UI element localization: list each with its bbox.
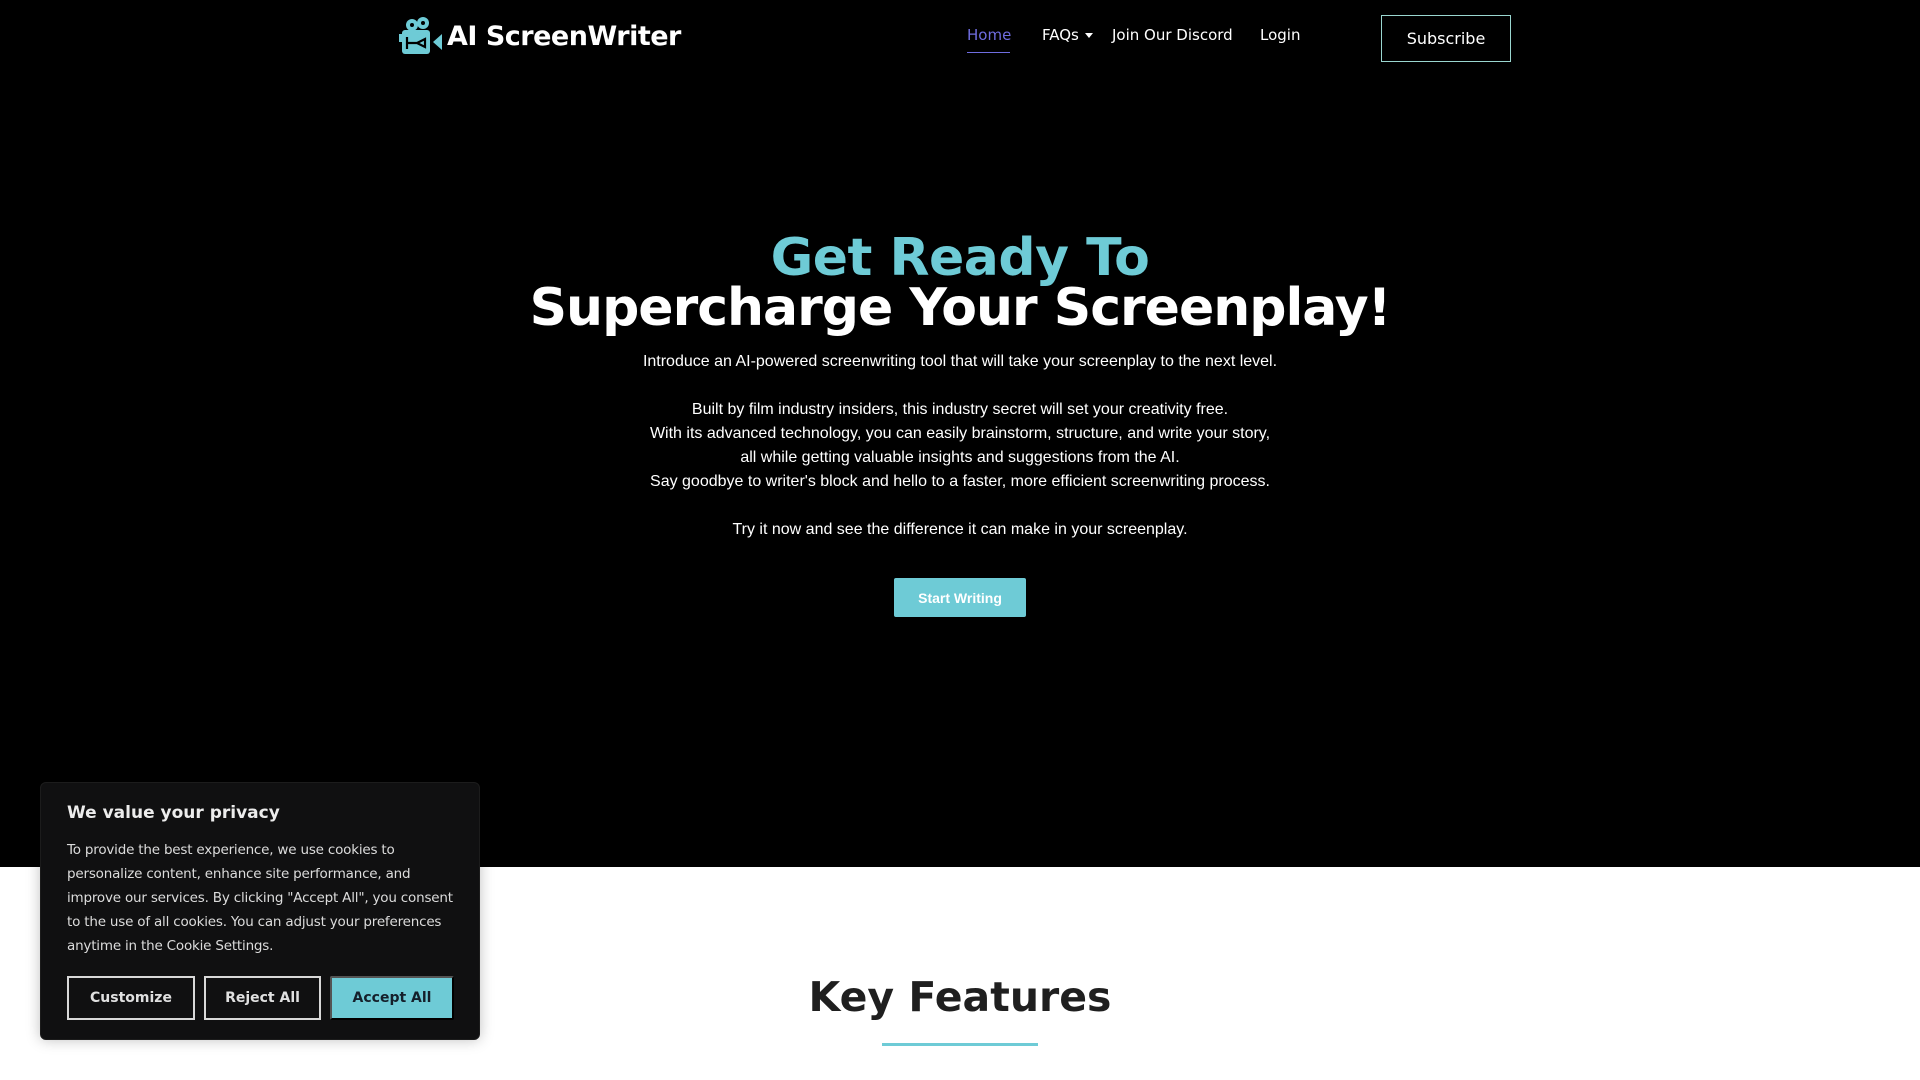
accept-all-button[interactable]: Accept All — [330, 976, 454, 1020]
start-writing-button[interactable]: Start Writing — [894, 578, 1026, 617]
active-nav-underline — [967, 52, 1010, 53]
hero-body-line: With its advanced technology, you can ea… — [649, 425, 1271, 442]
cookie-consent-banner: We value your privacy To provide the bes… — [40, 782, 480, 1040]
hero-body-line: Say goodbye to writer's block and hello … — [650, 473, 1270, 490]
hero-section: AI ScreenWriter Home FAQs Join Our Disco… — [0, 0, 1920, 867]
nav-join-discord[interactable]: Join Our Discord — [1112, 26, 1233, 44]
cookie-title: We value your privacy — [67, 803, 280, 823]
reject-all-button[interactable]: Reject All — [204, 976, 321, 1020]
nav-faqs[interactable]: FAQs — [1042, 26, 1079, 44]
nav-login[interactable]: Login — [1260, 26, 1300, 44]
hero-intro: Introduce an AI-powered screenwriting to… — [642, 353, 1278, 370]
customize-button[interactable]: Customize — [67, 976, 195, 1020]
caret-down-icon[interactable] — [1085, 33, 1093, 38]
title-underline — [882, 1043, 1038, 1046]
hero-title-line2: Supercharge Your Screenplay! — [529, 278, 1392, 338]
main-nav: Home FAQs Join Our Discord Login — [0, 26, 1920, 53]
subscribe-button[interactable]: Subscribe — [1381, 15, 1511, 62]
hero-cta-text: Try it now and see the difference it can… — [732, 521, 1188, 538]
nav-home[interactable]: Home — [967, 26, 1011, 44]
hero-body-line: Built by film industry insiders, this in… — [691, 401, 1229, 418]
cookie-body: To provide the best experience, we use c… — [67, 842, 453, 954]
hero-body-line: all while getting valuable insights and … — [740, 449, 1180, 466]
